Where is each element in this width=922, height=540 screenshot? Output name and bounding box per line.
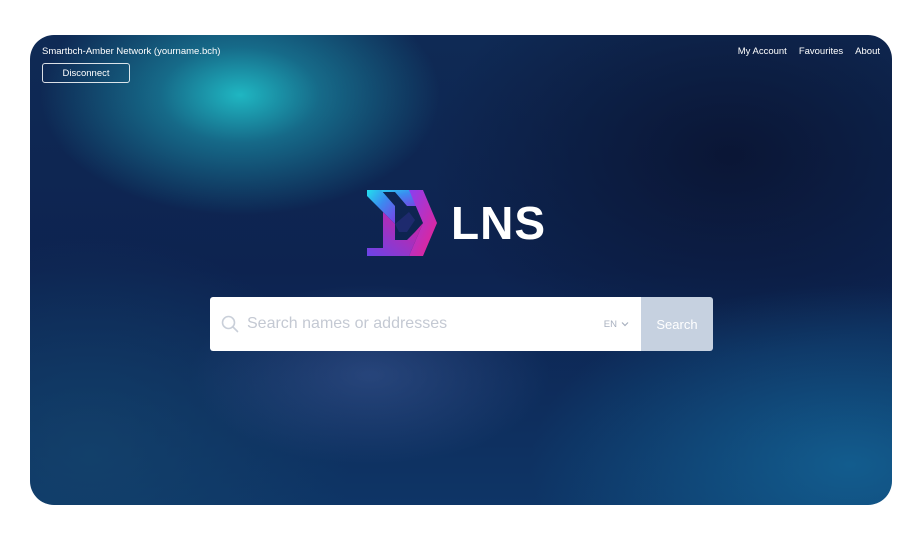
search-input[interactable] xyxy=(245,297,604,351)
search-field: EN xyxy=(210,297,641,351)
nav-about[interactable]: About xyxy=(855,46,880,57)
chevron-down-icon xyxy=(621,322,629,327)
lns-logo: LNS xyxy=(365,188,546,258)
language-label: EN xyxy=(603,318,617,330)
page: Smartbch-Amber Network (yourname.bch) Di… xyxy=(0,0,922,540)
disconnect-button[interactable]: Disconnect xyxy=(42,63,130,83)
nav-my-account[interactable]: My Account xyxy=(738,46,787,57)
search-button[interactable]: Search xyxy=(641,297,713,351)
search-icon xyxy=(221,315,239,333)
language-select[interactable]: EN xyxy=(604,319,629,330)
network-label: Smartbch-Amber Network (yourname.bch) xyxy=(42,46,221,57)
nav-favourites[interactable]: Favourites xyxy=(799,46,843,57)
search-bar: EN Search xyxy=(210,297,713,351)
lns-logo-mark-icon xyxy=(367,190,437,256)
logo-text: LNS xyxy=(451,197,546,249)
app-window: Smartbch-Amber Network (yourname.bch) Di… xyxy=(30,35,892,505)
top-nav: My Account Favourites About xyxy=(738,46,880,57)
